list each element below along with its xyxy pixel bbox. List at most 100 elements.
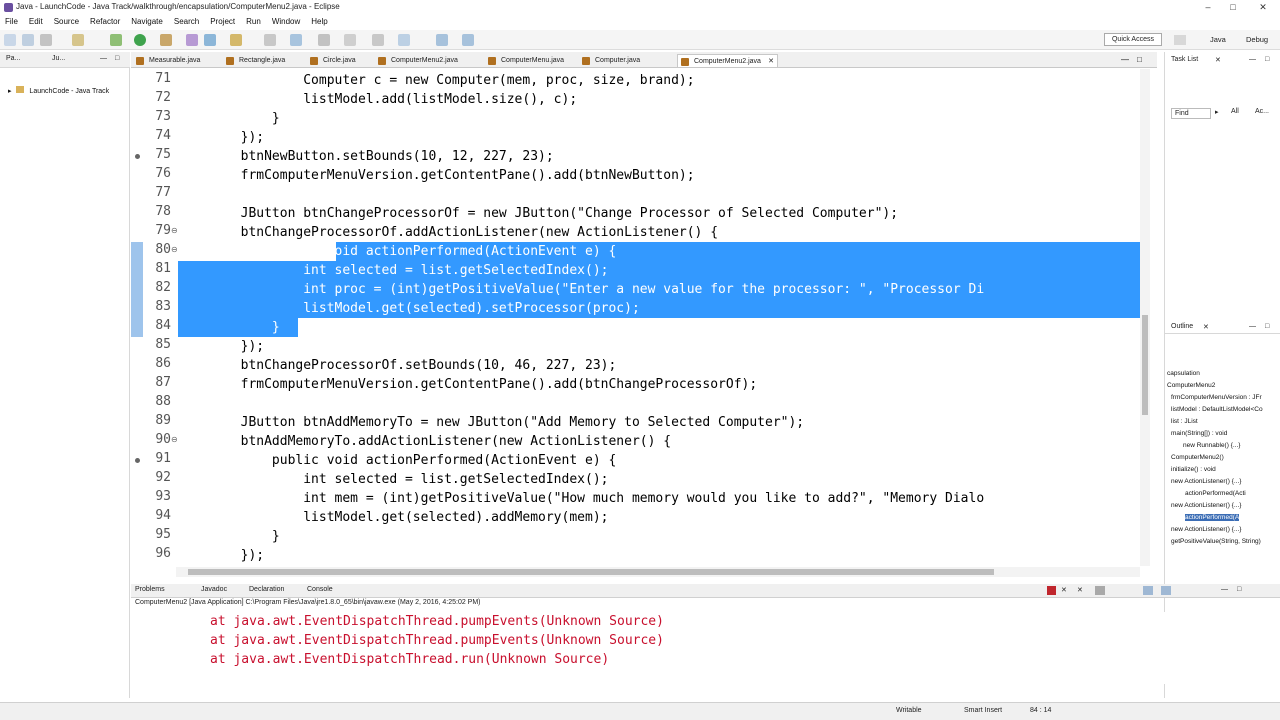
menu-edit[interactable]: Edit <box>24 15 49 29</box>
new-class-icon[interactable] <box>230 34 242 46</box>
task-list-tab[interactable]: Task List <box>1171 56 1198 63</box>
outline-item[interactable]: frmComputerMenuVersion : JFr <box>1171 394 1262 401</box>
code-line[interactable]: int proc = (int)getPositiveValue("Enter … <box>178 280 984 299</box>
outline-item[interactable]: actionPerformed(A <box>1185 514 1240 521</box>
code-line[interactable]: public void actionPerformed(ActionEvent … <box>178 242 616 261</box>
javadoc-tab[interactable]: Javadoc <box>201 586 227 593</box>
outline-item[interactable]: main(String[]) : void <box>1171 430 1227 437</box>
remove-launch-icon[interactable]: ✕ <box>1061 586 1067 594</box>
code-line[interactable]: } <box>178 318 280 337</box>
scroll-thumb[interactable] <box>1142 315 1148 415</box>
outline-item[interactable]: list : JList <box>1171 418 1198 425</box>
code-line[interactable]: btnNewButton.setBounds(10, 12, 227, 23); <box>178 147 554 166</box>
menu-help[interactable]: Help <box>306 15 333 29</box>
outline-item[interactable]: getPositiveValue(String, String) <box>1171 538 1261 545</box>
expand-arrow-icon[interactable]: ▸ <box>8 88 12 95</box>
code-line[interactable]: listModel.get(selected).setProcessor(pro… <box>178 299 640 318</box>
tree-item-project[interactable]: ▸ LaunchCode - Java Track <box>8 86 109 95</box>
close-view-icon[interactable]: ✕ <box>1215 56 1221 64</box>
maximize-editor-icon[interactable]: □ <box>1137 55 1142 64</box>
scroll-lock-icon[interactable] <box>1095 586 1105 595</box>
forward-icon[interactable] <box>462 34 474 46</box>
problems-tab[interactable]: Problems <box>135 586 165 593</box>
maximize-view-icon[interactable]: □ <box>1265 323 1269 330</box>
find-options-icon[interactable]: ▸ <box>1215 108 1219 116</box>
close-view-icon[interactable]: ✕ <box>1203 323 1209 331</box>
override-marker-icon[interactable] <box>135 458 140 463</box>
code-line[interactable]: }); <box>178 128 264 147</box>
minimize-view-icon[interactable]: — <box>1221 586 1228 593</box>
minimize-view-icon[interactable]: — <box>1249 323 1256 330</box>
outline-item[interactable]: listModel : DefaultListModel<Co <box>1171 406 1263 413</box>
code-line[interactable]: btnAddMemoryTo.addActionListener(new Act… <box>178 432 671 451</box>
code-line[interactable]: frmComputerMenuVersion.getContentPane().… <box>178 166 695 185</box>
maximize-icon[interactable]: □ <box>1226 1 1240 13</box>
display-console-icon[interactable] <box>1161 586 1171 595</box>
outline-item[interactable]: new Runnable() {...} <box>1183 442 1240 449</box>
tab-computermenu2-a[interactable]: ComputerMenu2.java <box>375 54 458 67</box>
declaration-tab[interactable]: Declaration <box>249 586 284 593</box>
outline-item[interactable]: new ActionListener() {...} <box>1171 478 1241 485</box>
new-package-icon[interactable] <box>204 34 216 46</box>
open-perspective-icon[interactable] <box>1174 35 1186 45</box>
search-icon[interactable] <box>290 34 302 46</box>
code-line[interactable]: }); <box>178 337 264 356</box>
outline-tab[interactable]: Outline <box>1171 323 1193 330</box>
new-icon[interactable] <box>4 34 16 46</box>
menu-navigate[interactable]: Navigate <box>126 15 169 29</box>
outline-item[interactable]: initialize() : void <box>1171 466 1216 473</box>
back-icon[interactable] <box>436 34 448 46</box>
maximize-view-icon[interactable]: □ <box>115 55 119 62</box>
open-task-icon[interactable] <box>264 34 276 46</box>
menu-run[interactable]: Run <box>241 15 267 29</box>
debug-icon[interactable] <box>110 34 122 46</box>
scroll-thumb[interactable] <box>188 569 994 575</box>
tab-computermenu[interactable]: ComputerMenu.java <box>485 54 564 67</box>
code-line[interactable]: btnChangeProcessorOf.addActionListener(n… <box>178 223 718 242</box>
code-line[interactable]: } <box>178 109 280 128</box>
tab-package-explorer[interactable]: Pa... <box>6 55 20 62</box>
remove-all-icon[interactable]: ✕ <box>1077 586 1083 594</box>
code-line[interactable]: } <box>178 527 280 546</box>
annotation-icon[interactable] <box>318 34 330 46</box>
next-annotation-icon[interactable] <box>372 34 384 46</box>
last-edit-icon[interactable] <box>398 34 410 46</box>
toggle-mark-icon[interactable] <box>344 34 356 46</box>
activate-task-button[interactable]: Ac... <box>1255 108 1269 115</box>
minimize-icon[interactable]: – <box>1201 1 1215 13</box>
tab-circle[interactable]: Circle.java <box>307 54 356 67</box>
menu-file[interactable]: File <box>0 15 24 29</box>
fold-toggle-icon[interactable]: ⊖ <box>171 245 178 254</box>
menu-window[interactable]: Window <box>267 15 306 29</box>
minimize-editor-icon[interactable]: — <box>1121 55 1129 64</box>
external-tools-icon[interactable] <box>160 34 172 46</box>
code-line[interactable]: listModel.get(selected).addMemory(mem); <box>178 508 608 527</box>
new-java-project-icon[interactable] <box>186 34 198 46</box>
print-icon[interactable] <box>40 34 52 46</box>
code-line[interactable]: }); <box>178 546 264 565</box>
outline-item[interactable]: capsulation <box>1167 370 1200 377</box>
menu-project[interactable]: Project <box>205 15 241 29</box>
debug-perspective-button[interactable]: Debug <box>1238 35 1268 44</box>
code-line[interactable]: frmComputerMenuVersion.getContentPane().… <box>178 375 758 394</box>
code-line[interactable]: JButton btnChangeProcessorOf = new JButt… <box>178 204 898 223</box>
code-line[interactable]: btnChangeProcessorOf.setBounds(10, 46, 2… <box>178 356 617 375</box>
fold-toggle-icon[interactable]: ⊖ <box>171 226 178 235</box>
close-tab-icon[interactable]: ✕ <box>768 55 774 68</box>
tab-computermenu2-active[interactable]: ComputerMenu2.java ✕ <box>677 54 778 67</box>
save-icon[interactable] <box>22 34 34 46</box>
code-line[interactable]: int selected = list.getSelectedIndex(); <box>178 470 608 489</box>
code-line[interactable]: int selected = list.getSelectedIndex(); <box>178 261 608 280</box>
outline-item[interactable]: new ActionListener() {...} <box>1171 502 1241 509</box>
open-type-icon[interactable] <box>72 34 84 46</box>
code-editor[interactable]: 71 72 73 74 75 76 77 78 79 ⊖ 80 ⊖ 81 82 83 84 85 86 87 88 89… <box>131 69 1140 566</box>
code-line[interactable]: JButton btnAddMemoryTo = new JButton("Ad… <box>178 413 805 432</box>
pin-console-icon[interactable] <box>1143 586 1153 595</box>
maximize-view-icon[interactable]: □ <box>1237 586 1241 593</box>
outline-item[interactable]: ComputerMenu2 <box>1167 382 1215 389</box>
code-line[interactable]: int mem = (int)getPositiveValue("How muc… <box>178 489 984 508</box>
code-line[interactable]: listModel.add(listModel.size(), c); <box>178 90 577 109</box>
minimize-view-icon[interactable]: — <box>100 55 107 62</box>
terminate-icon[interactable] <box>1047 586 1056 595</box>
quick-access-input[interactable]: Quick Access <box>1104 33 1162 46</box>
